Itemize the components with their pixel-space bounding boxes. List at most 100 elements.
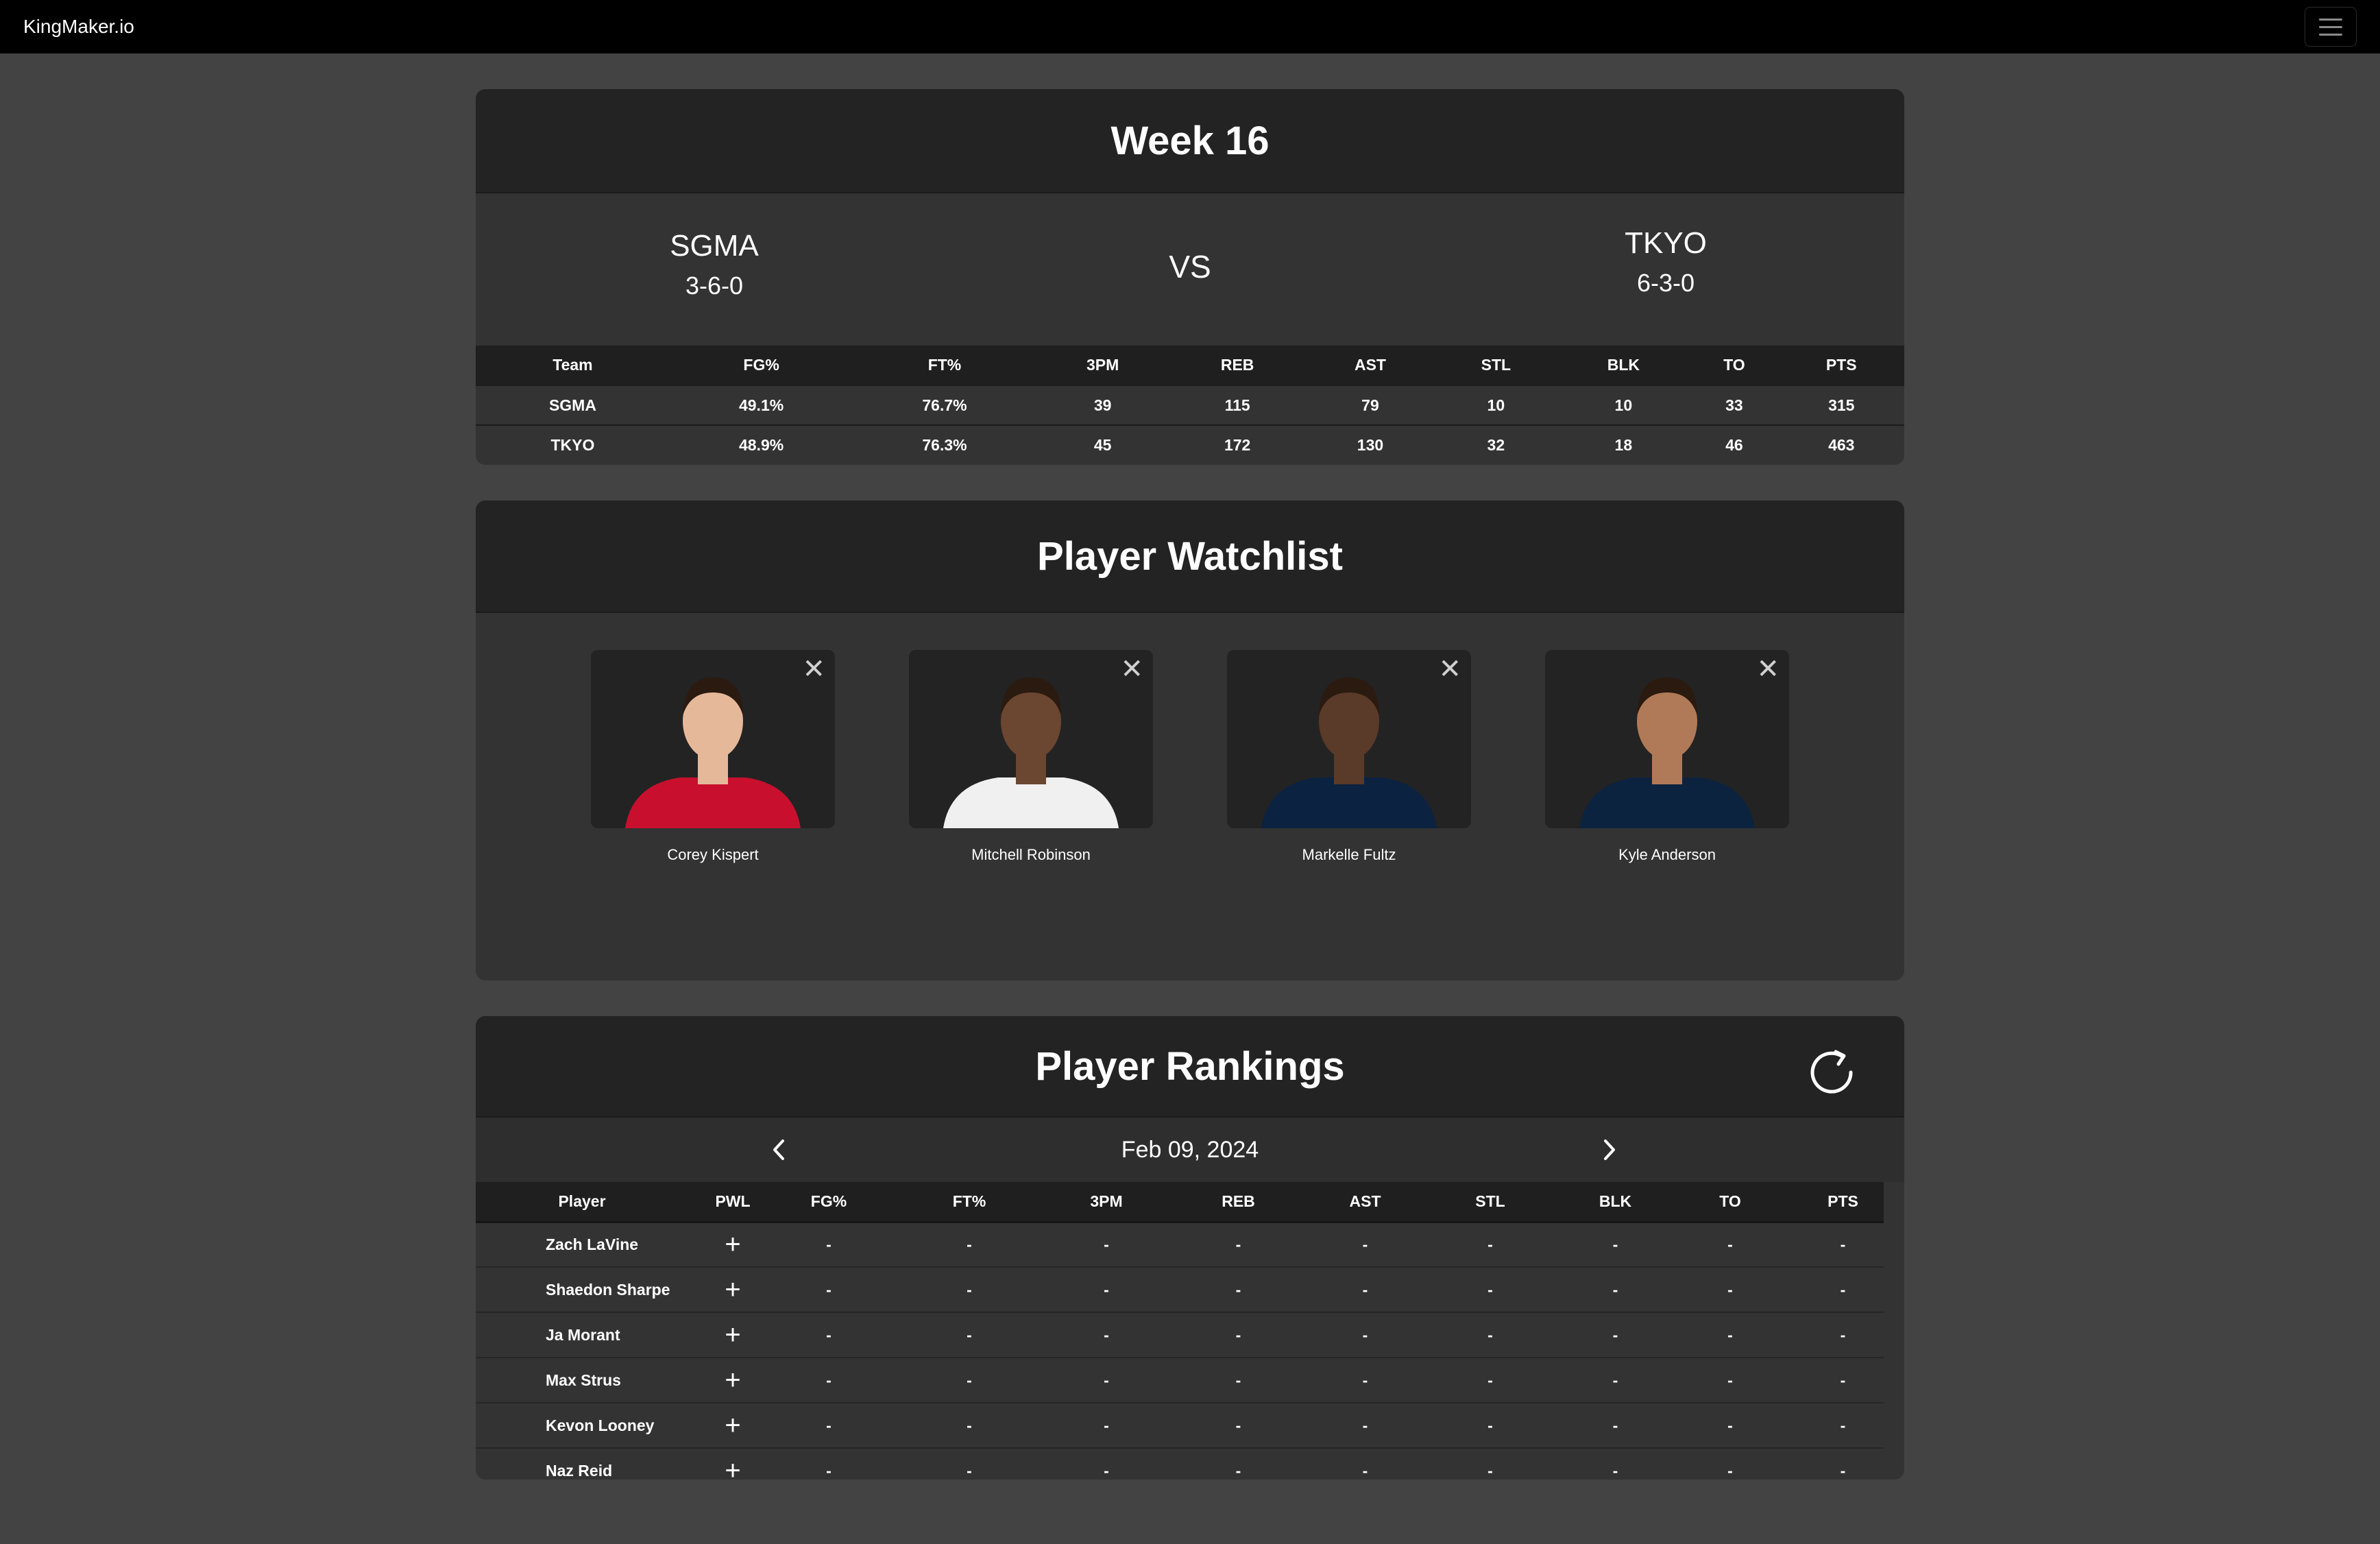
stats-col-header: 3PM xyxy=(1086,356,1119,374)
date-label[interactable]: Feb 09, 2024 xyxy=(1121,1137,1259,1163)
stats-value-cell: 10 xyxy=(1487,396,1505,414)
ranking-stat-cell: - xyxy=(1408,1312,1572,1358)
ranking-stat-cell: - xyxy=(880,1267,1058,1313)
ranking-player-name[interactable]: Ja Morant xyxy=(476,1312,688,1358)
ranking-stat-cell: - xyxy=(1058,1403,1154,1449)
rankings-col-header[interactable]: PWL xyxy=(688,1182,777,1222)
ranking-stat-cell: - xyxy=(1658,1448,1802,1480)
watchlist-player-card[interactable]: ✕ Kyle Anderson xyxy=(1545,650,1789,864)
date-navigator: Feb 09, 2024 xyxy=(476,1118,1904,1182)
rankings-row: Kevon Looney + - - - - - - - - - xyxy=(476,1403,1884,1449)
ranking-stat-cell: - xyxy=(777,1267,880,1313)
ranking-stat-cell: - xyxy=(1154,1312,1322,1358)
ranking-stat-cell: - xyxy=(1058,1448,1154,1480)
ranking-player-name[interactable]: Max Strus xyxy=(476,1358,688,1403)
rankings-title: Player Rankings xyxy=(1035,1044,1345,1089)
add-to-watchlist-icon[interactable]: + xyxy=(725,1229,740,1259)
ranking-stat-cell: - xyxy=(1802,1312,1884,1358)
ranking-stat-cell: - xyxy=(1058,1267,1154,1313)
top-navbar: KingMaker.io xyxy=(0,0,2380,53)
watchlist-player-name: Mitchell Robinson xyxy=(971,846,1091,863)
add-to-watchlist-icon[interactable]: + xyxy=(725,1410,740,1440)
player-photo: ✕ xyxy=(1545,650,1789,828)
rankings-col-header[interactable]: FT% xyxy=(880,1182,1058,1222)
watchlist-player-card[interactable]: ✕ Mitchell Robinson xyxy=(909,650,1153,864)
ranking-stat-cell: - xyxy=(1572,1358,1658,1403)
stats-col-header: REB xyxy=(1220,356,1254,374)
add-to-watchlist-icon[interactable]: + xyxy=(725,1365,740,1395)
stats-value-cell: 10 xyxy=(1614,396,1633,414)
ranking-stat-cell: - xyxy=(1572,1222,1658,1268)
add-to-watchlist-icon[interactable]: + xyxy=(725,1320,740,1350)
rankings-col-header[interactable]: FG% xyxy=(777,1182,880,1222)
rankings-col-header[interactable]: AST xyxy=(1322,1182,1408,1222)
player-watchlist-card: Player Watchlist ✕ Corey Kispert ✕ Mitchell… xyxy=(476,500,1904,980)
watchlist-player-card[interactable]: ✕ Corey Kispert xyxy=(591,650,835,864)
rankings-col-header[interactable]: STL xyxy=(1408,1182,1572,1222)
player-photo: ✕ xyxy=(909,650,1153,828)
ranking-stat-cell: - xyxy=(1658,1222,1802,1268)
rankings-row: Naz Reid + - - - - - - - - - xyxy=(476,1448,1884,1480)
rankings-header: Player Rankings xyxy=(476,1016,1904,1118)
close-icon[interactable]: ✕ xyxy=(1438,655,1461,683)
ranking-stat-cell: - xyxy=(1154,1222,1322,1268)
ranking-stat-cell: - xyxy=(777,1448,880,1480)
rankings-header-row: Player PWL FG% FT% 3PM REB AST STL BLK TO PTS xyxy=(476,1182,1884,1222)
ranking-stat-cell: - xyxy=(1658,1403,1802,1449)
stats-value-cell: 463 xyxy=(1828,436,1855,454)
pwl-cell: + xyxy=(688,1448,777,1480)
watchlist-player-card[interactable]: ✕ Markelle Fultz xyxy=(1227,650,1471,864)
ranking-stat-cell: - xyxy=(777,1222,880,1268)
ranking-stat-cell: - xyxy=(1802,1222,1884,1268)
stats-team-cell: TKYO xyxy=(550,436,595,454)
stats-value-cell: 172 xyxy=(1224,436,1251,454)
hamburger-icon[interactable] xyxy=(2305,7,2357,47)
away-team-record: 6-3-0 xyxy=(1636,269,1695,297)
stats-value-cell: 45 xyxy=(1093,436,1112,454)
ranking-stat-cell: - xyxy=(1154,1358,1322,1403)
ranking-stat-cell: - xyxy=(1058,1358,1154,1403)
rankings-col-header[interactable]: BLK xyxy=(1572,1182,1658,1222)
ranking-player-name[interactable]: Shaedon Sharpe xyxy=(476,1267,688,1313)
stats-col-header: BLK xyxy=(1607,356,1640,374)
away-team-name: TKYO xyxy=(1625,226,1707,260)
refresh-icon[interactable] xyxy=(1807,1046,1856,1096)
ranking-player-name[interactable]: Zach LaVine xyxy=(476,1222,688,1268)
ranking-stat-cell: - xyxy=(1658,1358,1802,1403)
ranking-stat-cell: - xyxy=(1408,1358,1572,1403)
watchlist-players: ✕ Corey Kispert ✕ Mitchell Robinson ✕ Markell… xyxy=(476,613,1904,980)
ranking-stat-cell: - xyxy=(1058,1312,1154,1358)
rankings-col-header[interactable]: PTS xyxy=(1802,1182,1884,1222)
close-icon[interactable]: ✕ xyxy=(802,655,825,683)
ranking-stat-cell: - xyxy=(1058,1222,1154,1268)
player-headshot-image xyxy=(1261,677,1437,828)
ranking-stat-cell: - xyxy=(1408,1267,1572,1313)
stats-value-cell: 115 xyxy=(1224,396,1250,414)
brand-logo[interactable]: KingMaker.io xyxy=(23,16,134,38)
pwl-cell: + xyxy=(688,1267,777,1313)
player-headshot-image xyxy=(1579,677,1755,828)
chevron-left-icon[interactable] xyxy=(764,1134,795,1166)
ranking-stat-cell: - xyxy=(1802,1267,1884,1313)
close-icon[interactable]: ✕ xyxy=(1756,655,1780,683)
ranking-stat-cell: - xyxy=(777,1403,880,1449)
ranking-stat-cell: - xyxy=(1322,1267,1408,1313)
add-to-watchlist-icon[interactable]: + xyxy=(725,1275,740,1305)
stats-value-cell: 130 xyxy=(1357,436,1384,454)
rankings-row: Max Strus + - - - - - - - - - xyxy=(476,1358,1884,1403)
rankings-col-header[interactable]: TO xyxy=(1658,1182,1802,1222)
rankings-col-header: Player xyxy=(558,1192,606,1210)
ranking-stat-cell: - xyxy=(1572,1448,1658,1480)
ranking-player-name[interactable]: Kevon Looney xyxy=(476,1403,688,1449)
add-to-watchlist-icon[interactable]: + xyxy=(725,1456,740,1480)
ranking-stat-cell: - xyxy=(1408,1222,1572,1268)
pwl-cell: + xyxy=(688,1222,777,1268)
chevron-right-icon[interactable] xyxy=(1593,1134,1625,1166)
close-icon[interactable]: ✕ xyxy=(1120,655,1143,683)
ranking-player-name[interactable]: Naz Reid xyxy=(476,1448,688,1480)
stats-value-cell: 76.7% xyxy=(922,396,967,414)
rankings-col-header[interactable]: REB xyxy=(1154,1182,1322,1222)
rankings-col-header[interactable]: 3PM xyxy=(1058,1182,1154,1222)
ranking-stat-cell: - xyxy=(777,1358,880,1403)
week-title: Week 16 xyxy=(1110,118,1270,163)
